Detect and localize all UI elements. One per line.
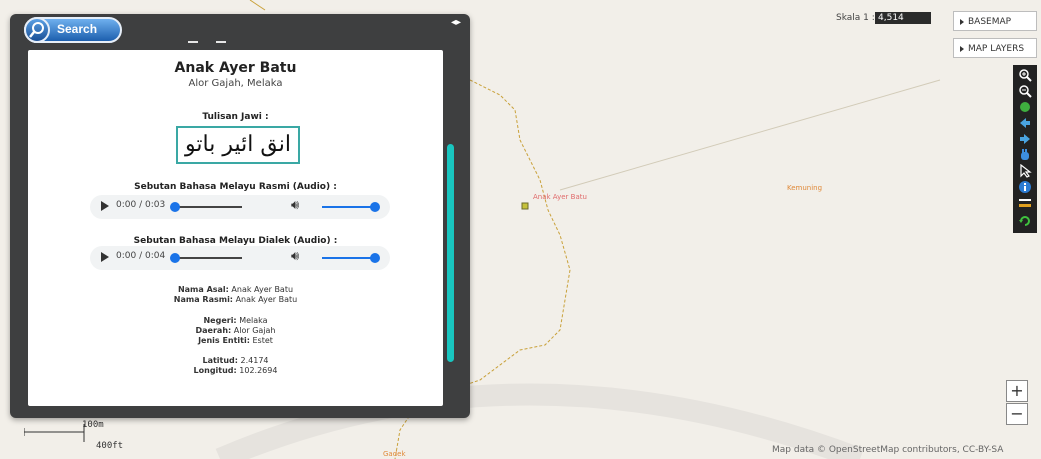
volume-knob[interactable] <box>370 202 380 212</box>
triangle-right-icon <box>960 45 964 52</box>
map-layers-button[interactable]: MAP LAYERS <box>953 38 1037 58</box>
measure-icon[interactable] <box>1018 196 1032 210</box>
attr-longitud: Longitud: 102.2694 <box>193 366 278 375</box>
search-button-label: Search <box>57 22 98 36</box>
map-attribution[interactable]: Map data © OpenStreetMap contributors, C… <box>772 445 1003 455</box>
audio-rasmi-player[interactable]: 0:00 / 0:03 🔊︎ <box>90 195 390 219</box>
scale-value[interactable]: 4,514 <box>875 12 931 24</box>
attr-daerah: Daerah: Alor Gajah <box>195 326 276 335</box>
panel-scrollbar[interactable] <box>447 144 454 362</box>
panel-handle[interactable] <box>188 28 244 47</box>
poi-marker <box>521 202 529 210</box>
progress-track[interactable] <box>174 257 242 259</box>
info-panel: Search ◂▸ Anak Ayer Batu Alor Gajah, Mel… <box>10 14 470 418</box>
basemap-button[interactable]: BASEMAP <box>953 11 1037 31</box>
attr-latitud: Latitud: 2.4174 <box>202 356 269 365</box>
refresh-icon[interactable] <box>1018 214 1032 228</box>
map-toolbar <box>1013 65 1037 233</box>
volume-track[interactable] <box>322 206 374 208</box>
attr-nama-rasmi: Nama Rasmi: Anak Ayer Batu <box>173 295 298 304</box>
play-icon[interactable] <box>101 201 109 211</box>
panel-collapse-icon[interactable]: ◂▸ <box>451 16 461 30</box>
volume-track[interactable] <box>322 257 374 259</box>
hand-icon[interactable] <box>1018 148 1032 162</box>
zoom-out-button[interactable]: − <box>1006 403 1028 425</box>
map-label-gadek: Gadek <box>383 450 406 458</box>
jawi-text: انق ائير باتو <box>176 126 300 164</box>
map-scale: Skala 1 : 4,514 <box>836 12 931 24</box>
pointer-icon[interactable] <box>1018 164 1032 178</box>
attr-negeri: Negeri: Melaka <box>203 316 268 325</box>
place-details: Anak Ayer Batu Alor Gajah, Melaka Tulisa… <box>28 50 443 406</box>
scale-bar-meters: 100m <box>82 420 104 430</box>
scale-bar-feet: 400ft <box>96 441 124 451</box>
progress-knob[interactable] <box>170 202 180 212</box>
attr-jenis-entiti: Jenis Entiti: Estet <box>198 336 273 345</box>
scale-label: Skala 1 : <box>836 13 875 23</box>
audio-dialek-player[interactable]: 0:00 / 0:04 🔊︎ <box>90 246 390 270</box>
progress-knob[interactable] <box>170 253 180 263</box>
audio-dialek-label: Sebutan Bahasa Melayu Dialek (Audio) : <box>133 236 338 246</box>
zoom-in-button[interactable]: + <box>1006 380 1028 402</box>
map-label-anak-ayer-batu: Anak Ayer Batu <box>533 193 587 201</box>
zoom-in-icon[interactable] <box>1018 68 1032 82</box>
audio-dialek-time: 0:00 / 0:04 <box>116 251 166 261</box>
triangle-right-icon <box>960 18 964 25</box>
pan-left-icon[interactable] <box>1018 116 1032 130</box>
map-label-kemuning: Kemuning <box>787 184 822 192</box>
info-icon[interactable] <box>1018 180 1032 194</box>
globe-icon[interactable] <box>1018 100 1032 114</box>
search-icon <box>24 17 50 43</box>
audio-rasmi-time: 0:00 / 0:03 <box>116 200 166 210</box>
pan-right-icon[interactable] <box>1018 132 1032 146</box>
volume-icon[interactable]: 🔊︎ <box>291 198 299 213</box>
attr-nama-asal: Nama Asal: Anak Ayer Batu <box>177 285 294 294</box>
scale-bar: 100m 400ft <box>23 420 144 456</box>
volume-icon[interactable]: 🔊︎ <box>291 249 299 264</box>
jawi-label: Tulisan Jawi : <box>202 112 269 122</box>
play-icon[interactable] <box>101 252 109 262</box>
volume-knob[interactable] <box>370 253 380 263</box>
zoom-out-icon[interactable] <box>1018 84 1032 98</box>
progress-track[interactable] <box>174 206 242 208</box>
place-name: Anak Ayer Batu <box>174 60 297 76</box>
audio-rasmi-label: Sebutan Bahasa Melayu Rasmi (Audio) : <box>134 182 337 192</box>
search-button[interactable]: Search <box>24 17 122 43</box>
place-subtitle: Alor Gajah, Melaka <box>188 78 283 89</box>
